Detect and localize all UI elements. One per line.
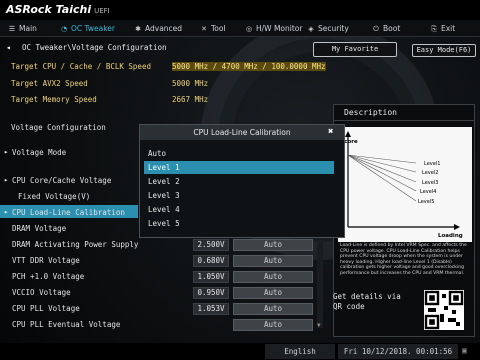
wrench-icon: ✕	[201, 25, 207, 33]
setting-cpu-load-line-calibration[interactable]: CPU Load-Line Calibration	[12, 208, 125, 217]
datetime: Fri 10/12/2018. 00:01:56	[338, 344, 458, 359]
target-memory-value: 2667 MHz	[172, 95, 209, 104]
level-label: Level2	[422, 170, 438, 176]
breadcrumb: OC Tweaker\Voltage Configuration	[22, 43, 167, 52]
qr-code-icon	[424, 290, 464, 330]
level-line	[347, 154, 417, 192]
scroll-down-icon[interactable]: ▼	[317, 322, 321, 329]
close-icon[interactable]: ✖	[328, 126, 333, 139]
tab-main[interactable]: ☰ Main	[8, 22, 37, 35]
qr-caption: Get details via QR code	[333, 292, 401, 311]
load-line-chart: Vcore Loading Level1 Level2 Level3 Level…	[338, 127, 472, 242]
exit-icon: ⎘	[431, 25, 437, 33]
top-bar: ASRock Taichi UEFI	[0, 0, 480, 20]
target-avx2-value: 5000 MHz	[172, 79, 209, 88]
tab-hw-monitor[interactable]: ◎ H/W Monitor	[245, 22, 303, 35]
auto-button[interactable]: Auto	[233, 303, 313, 315]
target-cpu-label: Target CPU / Cache / BCLK Speed	[11, 62, 151, 71]
level-label: Level3	[422, 180, 438, 186]
expand-icon: ▸	[4, 176, 9, 184]
brand-logo: ASRock Taichi UEFI	[6, 3, 110, 16]
back-arrow-icon[interactable]: ◂	[6, 43, 11, 52]
scrollbar[interactable]	[317, 233, 323, 328]
setting-dram-activating-power-supply[interactable]: DRAM Activating Power Supply	[12, 240, 138, 249]
option-level-5[interactable]: Level 5	[144, 217, 334, 230]
gauge-icon: ◔	[60, 25, 68, 33]
tab-boot[interactable]: ⏻ Boot	[372, 22, 400, 35]
option-level-3[interactable]: Level 3	[144, 189, 334, 202]
dialog-title: CPU Load-Line Calibration	[140, 125, 344, 140]
setting-dram-voltage[interactable]: DRAM Voltage	[12, 224, 66, 233]
screenshot-icon[interactable]: ▣	[462, 346, 467, 355]
expand-icon: ▸	[4, 148, 9, 156]
setting-cpu-pll-eventual-voltage[interactable]: CPU PLL Eventual Voltage	[12, 320, 120, 329]
option-level-1[interactable]: Level 1	[144, 161, 334, 174]
target-cpu-value: 5000 MHz / 4700 MHz / 100.0000 MHz	[172, 62, 326, 71]
auto-button[interactable]: Auto	[233, 271, 313, 283]
value-cpu-pll: 1.053V	[193, 303, 229, 315]
description-title: Description	[334, 105, 474, 121]
load-line-calibration-dialog: CPU Load-Line Calibration ✖ Auto Level 1…	[139, 124, 345, 238]
language-button[interactable]: English	[265, 344, 335, 359]
tab-oc-tweaker[interactable]: ◔ OC Tweaker	[60, 22, 115, 35]
setting-voltage-mode[interactable]: Voltage Mode	[12, 148, 66, 157]
value-dram-activating: 2.500V	[193, 239, 229, 251]
shield-icon: ◈	[308, 25, 314, 33]
section-title: Voltage Configuration	[11, 123, 106, 132]
uefi-label: UEFI	[94, 7, 110, 15]
description-text: Load-Line is defined by Intel VRM Spec. …	[340, 243, 467, 276]
option-auto[interactable]: Auto	[144, 147, 334, 160]
setting-vtt-ddr-voltage[interactable]: VTT DDR Voltage	[12, 256, 80, 265]
main-tabs: ☰ Main ◔ OC Tweaker ✱ Advanced ✕ Tool ◎ H/W M…	[0, 20, 480, 37]
auto-button[interactable]: Auto	[233, 255, 313, 267]
easy-mode-button[interactable]: Easy Mode(F6)	[412, 44, 476, 57]
my-favorite-button[interactable]: My Favorite	[313, 42, 397, 57]
setting-pch-voltage[interactable]: PCH +1.0 Voltage	[12, 272, 84, 281]
tab-tool[interactable]: ✕ Tool	[200, 22, 226, 35]
tab-advanced[interactable]: ✱ Advanced	[134, 22, 182, 35]
setting-fixed-voltage[interactable]: Fixed Voltage(V)	[18, 192, 90, 201]
list-icon: ☰	[8, 25, 16, 33]
level-label: Level4	[420, 189, 436, 195]
auto-button[interactable]: Auto	[233, 319, 313, 331]
auto-button[interactable]: Auto	[233, 287, 313, 299]
star-icon: ✱	[135, 25, 141, 33]
target-memory-label: Target Memory Speed	[11, 95, 97, 104]
auto-button[interactable]: Auto	[233, 239, 313, 251]
setting-cpu-core-cache-voltage[interactable]: CPU Core/Cache Voltage	[12, 176, 111, 185]
option-level-4[interactable]: Level 4	[144, 203, 334, 216]
tab-exit[interactable]: ⎘ Exit	[430, 22, 455, 35]
setting-cpu-pll-voltage[interactable]: CPU PLL Voltage	[12, 304, 80, 313]
level-line	[347, 154, 417, 173]
chart-xlabel: Loading	[438, 233, 463, 239]
monitor-icon: ◎	[245, 25, 253, 33]
value-pch: 1.050V	[193, 271, 229, 283]
power-icon: ⏻	[373, 25, 379, 33]
tab-security[interactable]: ◈ Security	[307, 22, 349, 35]
level-label: Level1	[424, 161, 440, 167]
option-level-2[interactable]: Level 2	[144, 175, 334, 188]
value-vtt-ddr: 0.680V	[193, 255, 229, 267]
target-avx2-label: Target AVX2 Speed	[11, 79, 88, 88]
value-vccio: 0.950V	[193, 287, 229, 299]
expand-icon: ▸	[4, 208, 9, 216]
level-label: Level5	[418, 199, 434, 205]
setting-vccio-voltage[interactable]: VCCIO Voltage	[12, 288, 71, 297]
